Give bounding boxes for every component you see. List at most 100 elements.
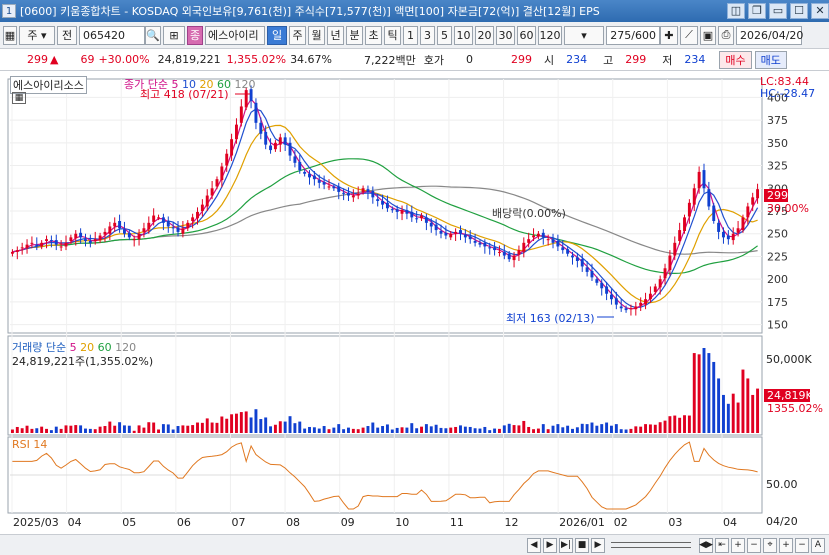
candle-body: [668, 255, 672, 271]
candle-body: [157, 217, 160, 219]
interval-60[interactable]: 60: [517, 25, 536, 45]
buy-button[interactable]: 매수: [719, 50, 752, 69]
stock-code-input[interactable]: 065420: [79, 25, 145, 45]
volume-bar: [142, 427, 146, 433]
volume-bar: [726, 403, 730, 433]
volume-bar: [702, 348, 706, 433]
grid-icon[interactable]: ▦: [3, 25, 17, 45]
search-icon[interactable]: 🔍: [145, 25, 161, 45]
zoom-in-icon[interactable]: +: [731, 537, 745, 553]
remove-panel-icon[interactable]: −: [795, 537, 809, 553]
candle-body: [410, 211, 414, 218]
candle-body: [196, 211, 199, 219]
date-field[interactable]: 2026/04/20: [736, 25, 803, 45]
candle-body: [200, 204, 204, 211]
candle-body: [312, 175, 316, 180]
volume-bar: [644, 424, 648, 433]
candle-body: [351, 195, 355, 198]
volume-bar: [400, 427, 404, 433]
play-icon[interactable]: ▶: [591, 537, 605, 553]
interval-120[interactable]: 120: [538, 25, 562, 45]
tab-period-week[interactable]: 주: [289, 25, 306, 45]
window-cascade-icon[interactable]: ❐: [748, 3, 766, 19]
save-icon[interactable]: ▣: [700, 25, 716, 45]
volume-bar: [722, 394, 725, 433]
volume-bar: [244, 411, 248, 433]
high-value: 299: [625, 53, 647, 66]
volume-bar: [532, 429, 535, 433]
volume-bar: [405, 427, 409, 433]
prev-button[interactable]: 전: [57, 25, 77, 45]
volume-bar: [278, 421, 282, 433]
volume-bar: [327, 429, 331, 433]
interval-30[interactable]: 30: [496, 25, 515, 45]
window-minimize-icon[interactable]: ▭: [769, 3, 787, 19]
volume-bar: [93, 429, 97, 433]
candle-body: [400, 210, 404, 214]
interval-20[interactable]: 20: [475, 25, 494, 45]
tab-period-minute[interactable]: 분: [346, 25, 363, 45]
volume-bar: [64, 425, 68, 433]
candle-body: [434, 224, 438, 231]
volume-bar: [600, 424, 604, 433]
tab-period-month[interactable]: 월: [308, 25, 325, 45]
volume-bar: [40, 426, 44, 433]
scroll-right-icon[interactable]: ▶: [543, 537, 557, 553]
volume-bar: [371, 422, 375, 433]
volume-bar: [639, 426, 643, 433]
volume-bar: [332, 427, 336, 433]
reset-icon[interactable]: ⇤: [715, 537, 729, 553]
stock-type-select[interactable]: 주 ▾: [19, 25, 55, 45]
volume-bar: [746, 378, 750, 433]
stop-icon[interactable]: ■: [575, 537, 589, 553]
target-icon[interactable]: ⌖: [763, 537, 777, 553]
zoom-out-icon[interactable]: −: [747, 537, 761, 553]
tab-period-day[interactable]: 일: [267, 25, 287, 45]
line-tool-icon[interactable]: ⟋: [680, 25, 698, 45]
volume-bar: [122, 425, 126, 433]
volume-bar: [712, 361, 716, 433]
volume-bar: [512, 425, 516, 433]
volume-axis-label: 50,000K: [766, 353, 812, 366]
tab-period-second[interactable]: 초: [365, 25, 382, 45]
interval-1[interactable]: 1: [403, 25, 418, 45]
interval-3[interactable]: 3: [420, 25, 435, 45]
table-icon[interactable]: ▦: [12, 92, 26, 104]
candle-body: [171, 227, 175, 229]
volume-bar: [522, 420, 526, 433]
volume-bar: [619, 429, 623, 433]
chart-area[interactable]: 400 375 350 325 300 275 250 225 200 175 150 2025/0…: [0, 71, 829, 534]
candle-body: [717, 222, 721, 232]
volume-bar: [205, 418, 209, 433]
candle-body: [405, 210, 409, 214]
volume-bar: [478, 428, 482, 433]
window-close-icon[interactable]: ✕: [811, 3, 829, 19]
print-icon[interactable]: ⎙: [718, 25, 734, 45]
candle-body: [741, 217, 745, 231]
crosshair-icon[interactable]: ✚: [660, 25, 678, 45]
menu-icon[interactable]: ⊞: [163, 25, 185, 45]
interval-5[interactable]: 5: [437, 25, 452, 45]
add-panel-icon[interactable]: +: [779, 537, 793, 553]
volume-bar: [658, 422, 662, 433]
interval-custom-select[interactable]: ▾: [564, 25, 604, 45]
auto-scale-icon[interactable]: A: [811, 537, 825, 553]
count-field[interactable]: 275/600: [606, 25, 660, 45]
tab-period-year[interactable]: 년: [327, 25, 344, 45]
tab-period-tick[interactable]: 틱: [384, 25, 401, 45]
open-price-value: 299: [511, 53, 532, 66]
sell-button[interactable]: 매도: [754, 50, 787, 69]
stock-code-value: 065420: [83, 28, 125, 42]
candle-body: [74, 233, 78, 239]
interval-10[interactable]: 10: [454, 25, 473, 45]
window-titlebar: 1 [0600] 키움종합차트 - KOSDAQ 외국인보유[9,761(천)]…: [0, 0, 829, 22]
stock-name-field[interactable]: 에스아이리: [205, 25, 265, 45]
scroll-end-icon[interactable]: ▶|: [559, 537, 573, 553]
zoom-slider[interactable]: [611, 542, 691, 548]
scroll-left-icon[interactable]: ◀: [527, 537, 541, 553]
window-maximize-icon[interactable]: ☐: [790, 3, 808, 19]
window-restore-icon[interactable]: ◫: [727, 3, 745, 19]
low-label: 저: [662, 53, 673, 67]
fit-icon[interactable]: ◀▶: [699, 537, 713, 553]
volume-bar: [454, 426, 458, 433]
